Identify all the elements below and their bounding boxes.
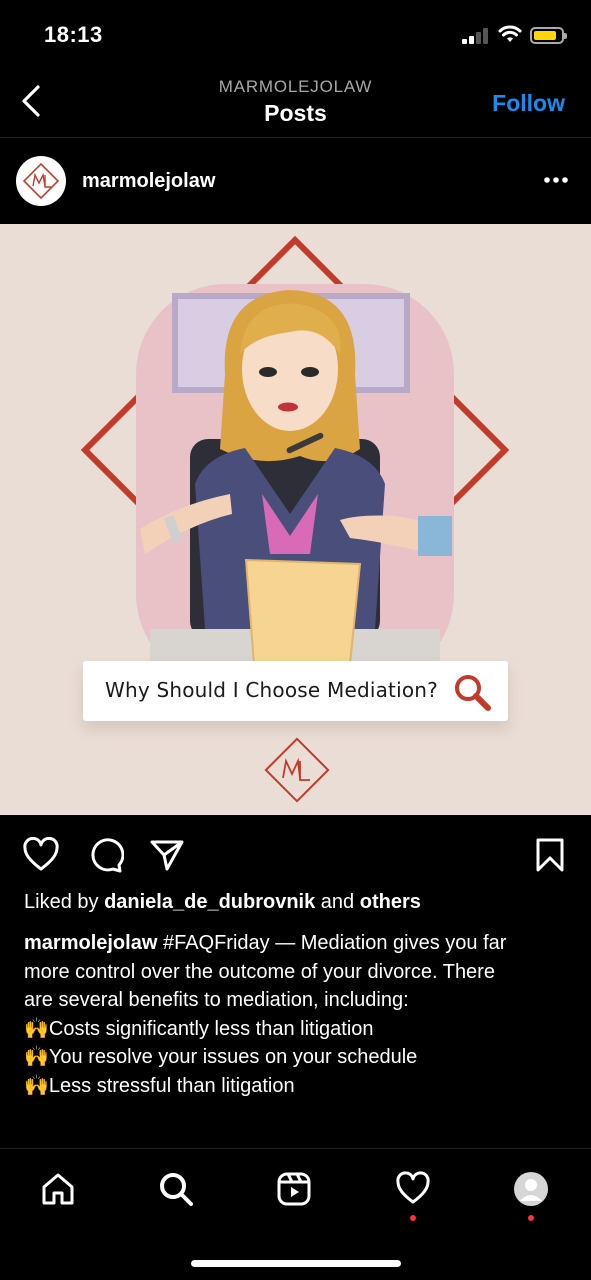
likes-line: Liked by daniela_de_dubrovnik and others xyxy=(24,891,421,914)
caption-line-1: #FAQFriday — Mediation gives you far xyxy=(162,932,507,954)
bookmark-icon[interactable] xyxy=(534,837,566,873)
post-image[interactable]: Why Should I Choose Mediation? xyxy=(0,224,591,815)
caption-username[interactable]: marmolejolaw xyxy=(24,932,157,954)
comment-icon[interactable] xyxy=(86,837,124,873)
home-indicator[interactable] xyxy=(191,1260,401,1267)
magnifier-icon xyxy=(455,675,491,711)
profile-notification-dot xyxy=(528,1215,534,1221)
likes-prefix: Liked by xyxy=(24,891,99,913)
share-icon[interactable] xyxy=(148,837,186,873)
follow-button[interactable]: Follow xyxy=(492,90,565,117)
status-bar: 18:13 xyxy=(0,0,591,70)
home-icon[interactable] xyxy=(40,1171,76,1207)
wifi-icon xyxy=(498,25,522,42)
top-header: MARMOLEJOLAW Posts Follow xyxy=(0,70,591,138)
caption-bullet-text: Less stressful than litigation xyxy=(48,1074,295,1097)
reels-icon[interactable] xyxy=(276,1171,312,1207)
image-caption-card: Why Should I Choose Mediation? xyxy=(83,661,508,721)
profile-avatar[interactable] xyxy=(513,1171,549,1207)
likes-others[interactable]: others xyxy=(360,891,421,913)
ml-logo-icon xyxy=(17,157,65,205)
heart-icon[interactable] xyxy=(22,837,60,873)
post-illustration xyxy=(80,235,510,803)
account-avatar[interactable] xyxy=(16,156,66,206)
ml-logo-bottom xyxy=(264,737,330,803)
activity-heart-icon[interactable] xyxy=(395,1171,431,1207)
battery-icon xyxy=(530,27,567,44)
post-actions xyxy=(0,815,591,890)
caption-bullet: 🙌Less stressful than litigation xyxy=(24,1072,574,1101)
caption-line-2: more control over the outcome of your di… xyxy=(24,960,495,983)
post-caption: marmolejolaw #FAQFriday — Mediation give… xyxy=(24,929,574,1100)
likes-middle: and xyxy=(320,891,355,913)
caption-bullet-text: Costs significantly less than litigation xyxy=(48,1017,374,1040)
search-icon[interactable] xyxy=(158,1171,194,1207)
image-caption-text: Why Should I Choose Mediation? xyxy=(105,678,438,702)
raised-hands-emoji: 🙌 xyxy=(24,1074,49,1097)
more-icon[interactable] xyxy=(543,176,569,184)
activity-notification-dot xyxy=(410,1215,416,1221)
caption-bullet: 🙌Costs significantly less than litigatio… xyxy=(24,1015,574,1044)
caption-line-3: are several benefits to mediation, inclu… xyxy=(24,989,409,1011)
raised-hands-emoji: 🙌 xyxy=(24,1017,49,1040)
raised-hands-emoji: 🙌 xyxy=(24,1046,49,1068)
caption-bullet-text: You resolve your issues on your schedule xyxy=(48,1046,418,1068)
liked-by-user[interactable]: daniela_de_dubrovnik xyxy=(104,891,315,913)
status-time: 18:13 xyxy=(44,22,103,47)
post-header: marmolejolaw xyxy=(0,138,591,224)
signal-icon xyxy=(462,28,490,44)
caption-bullet: 🙌You resolve your issues on your schedul… xyxy=(24,1043,574,1072)
post-username[interactable]: marmolejolaw xyxy=(82,170,215,193)
